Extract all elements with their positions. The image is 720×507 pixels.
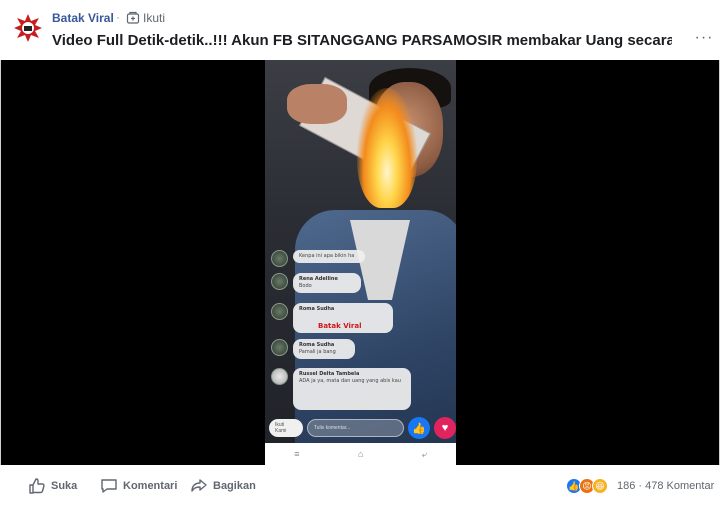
reaction-summary[interactable]: 👍 😡 😆: [566, 478, 608, 494]
video-scene-hand: [287, 84, 347, 124]
comment-count[interactable]: 478 Komentar: [645, 480, 714, 492]
post-actions-bar: Suka Komentari Bagikan 👍 😡 😆 186 · 478 K…: [0, 465, 720, 507]
share-label: Bagikan: [213, 480, 256, 492]
live-comment-input[interactable]: Tulis komentar...: [306, 419, 405, 437]
follow-label: Ikuti: [143, 11, 166, 25]
share-button[interactable]: Bagikan: [190, 477, 256, 495]
reaction-count[interactable]: 186: [617, 480, 635, 492]
follow-icon: [126, 11, 140, 24]
comment-text: Bodo: [299, 283, 312, 289]
avatar: [271, 368, 288, 385]
comment-text: Pamali ja bang: [299, 349, 336, 355]
live-love-icon[interactable]: ♥: [434, 417, 456, 439]
live-pill[interactable]: Ikuti Kami: [269, 419, 303, 437]
follow-button[interactable]: Ikuti: [126, 11, 165, 25]
back-icon: ⤶: [421, 448, 427, 459]
separator-dot: ·: [116, 10, 120, 24]
live-comment: Kenpa ini apa bikin ha: [271, 250, 365, 267]
share-icon: [191, 479, 207, 492]
comment-button[interactable]: Komentari: [100, 477, 177, 495]
avatar: [271, 250, 288, 267]
comment-text: ADA ja ya, mata dan uang yang abis kau: [299, 378, 401, 384]
avatar: [271, 339, 288, 356]
stats-separator: ·: [635, 480, 646, 492]
comment-author: Roma Sudha: [299, 306, 335, 312]
haha-reaction-icon: 😆: [592, 478, 608, 494]
comment-author: Roma Sudha: [299, 342, 335, 348]
comment-text: Kenpa ini apa bikin ha: [299, 253, 355, 259]
live-comment: Roma Sudha Pamali ja bang: [271, 339, 355, 359]
like-button[interactable]: Suka: [28, 477, 77, 495]
watermark: Batak Viral: [318, 322, 362, 330]
page-logo-icon[interactable]: [12, 12, 44, 44]
comment-icon: [101, 479, 117, 493]
comment-author: Rena Adelline: [299, 276, 338, 282]
live-like-icon[interactable]: 👍: [408, 417, 431, 439]
like-label: Suka: [51, 480, 78, 492]
phone-navbar: ≡ ⌂ ⤶: [265, 443, 456, 465]
thumbs-up-icon: [29, 478, 45, 494]
comment-author: Russel Delta Tambela: [299, 371, 360, 377]
video-frame: Kenpa ini apa bikin ha Rena Adelline Bod…: [265, 60, 456, 465]
home-icon: ⌂: [357, 449, 364, 459]
video-player[interactable]: Kenpa ini apa bikin ha Rena Adelline Bod…: [1, 60, 719, 465]
post-header: Batak Viral · Ikuti Video Full Detik-det…: [0, 0, 720, 60]
more-options-icon[interactable]: ···: [694, 30, 714, 50]
avatar: [271, 303, 288, 320]
menu-icon: ≡: [294, 449, 300, 459]
live-comment: Rena Adelline Bodo: [271, 273, 361, 293]
avatar: [271, 273, 288, 290]
post-title[interactable]: Video Full Detik-detik..!!! Akun FB SITA…: [52, 32, 672, 49]
comment-label: Komentari: [123, 480, 178, 492]
live-comment: Russel Delta Tambela ADA ja ya, mata dan…: [271, 368, 411, 410]
live-action-bar: Ikuti Kami Tulis komentar... 👍 ♥: [265, 414, 456, 442]
engagement-stats[interactable]: 186 · 478 Komentar: [617, 480, 714, 492]
page-name-link[interactable]: Batak Viral: [52, 11, 114, 25]
video-scene-flame: [357, 88, 417, 208]
